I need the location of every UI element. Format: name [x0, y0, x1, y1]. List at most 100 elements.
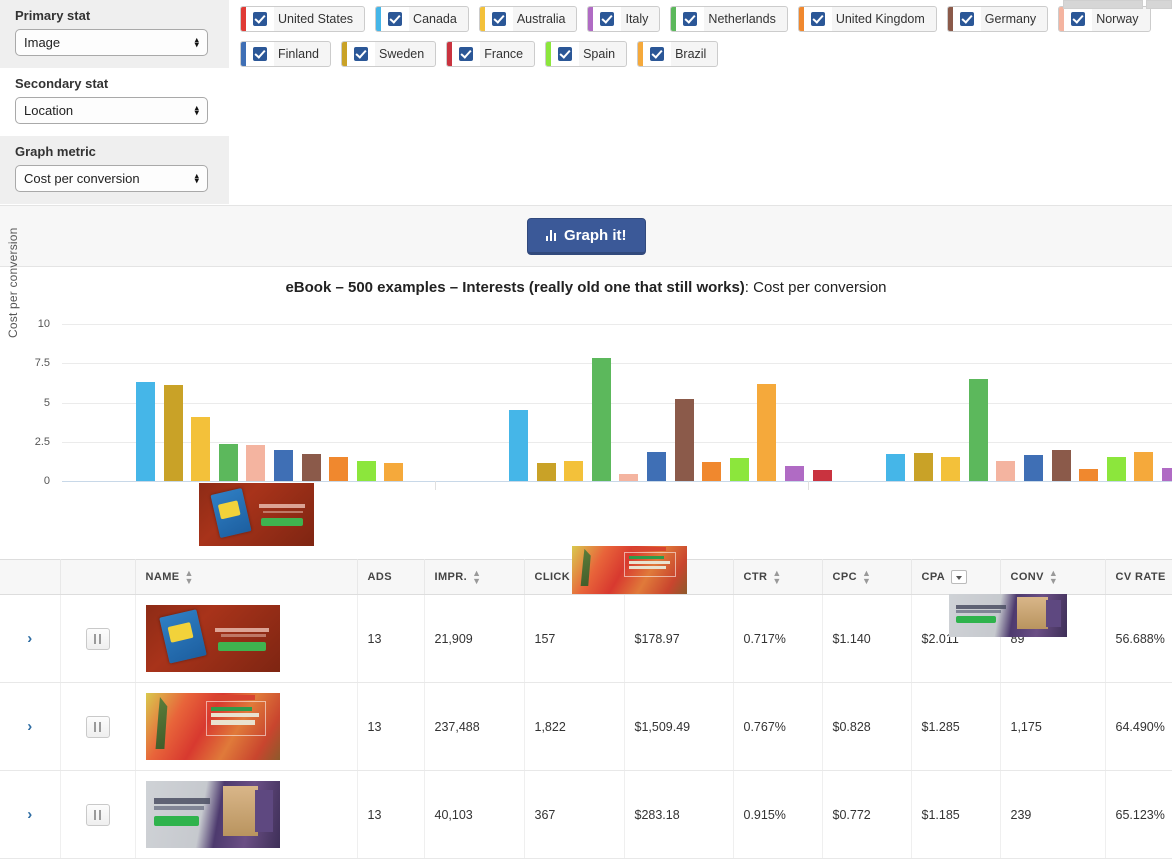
- pause-cell: [60, 595, 135, 683]
- ad-thumbnail-cell: [135, 771, 357, 859]
- chart-bar: [136, 382, 155, 481]
- cell-cvrate: 65.123%: [1105, 771, 1172, 859]
- chart-bar: [675, 399, 694, 481]
- pause-icon[interactable]: [86, 804, 110, 826]
- pause-cell: [60, 683, 135, 771]
- pause-icon[interactable]: [86, 716, 110, 738]
- chart-thumbnail-paint: [572, 546, 687, 594]
- cell-spent: $178.97: [624, 595, 733, 683]
- table-header-name[interactable]: NAME ▲▼: [135, 560, 357, 595]
- table-row[interactable]: ›1340,103367$283.180.915%$0.772$1.185239…: [0, 771, 1172, 859]
- chart-bar: [813, 470, 832, 481]
- table-row[interactable]: › 13237,4881,822$1,509.490.767%$0.828$1.2…: [0, 683, 1172, 771]
- chart-bar: [996, 461, 1015, 481]
- table-header-label-cpa: CPA: [922, 571, 946, 583]
- chart-bar: [274, 450, 293, 481]
- table-header-expand: [0, 560, 60, 595]
- cell-cvrate: 56.688%: [1105, 595, 1172, 683]
- cell-ctr: 0.717%: [733, 595, 822, 683]
- cell-impr: 40,103: [424, 771, 524, 859]
- chart-thumbnail-purple: [949, 594, 1067, 637]
- table-header-label-conv: CONV: [1011, 571, 1044, 583]
- chart-bar: [1162, 468, 1172, 481]
- table-header-label-cvrate: CV RATE: [1116, 571, 1166, 583]
- chart-baseline: [62, 481, 1172, 482]
- ad-thumbnail: [146, 693, 280, 760]
- cell-cpc: $0.828: [822, 683, 911, 771]
- sort-icon[interactable]: ▲▼: [862, 569, 871, 585]
- sort-icon[interactable]: ▲▼: [185, 569, 194, 585]
- chart-bar: [592, 358, 611, 481]
- cell-cpa: $1.285: [911, 683, 1000, 771]
- chart-thumbnail-red: [199, 483, 314, 546]
- cell-impr: 237,488: [424, 683, 524, 771]
- table-header-label-impr: IMPR.: [435, 571, 468, 583]
- table-header-label-ads: ADS: [368, 571, 392, 583]
- cell-ctr: 0.767%: [733, 683, 822, 771]
- cell-cvrate: 64.490%: [1105, 683, 1172, 771]
- chart-bar: [357, 461, 376, 481]
- cell-impr: 21,909: [424, 595, 524, 683]
- chart-bar: [246, 445, 265, 481]
- chart-bar: [757, 384, 776, 481]
- table-header-cpa[interactable]: CPA: [911, 560, 1000, 595]
- chart-gridline: [62, 403, 1172, 404]
- expand-row-button[interactable]: ›: [0, 771, 60, 859]
- cell-spent: $283.18: [624, 771, 733, 859]
- chart-bar: [969, 379, 988, 481]
- cell-ads: 13: [357, 683, 424, 771]
- ad-thumbnail-cell: [135, 683, 357, 771]
- cell-conv: 239: [1000, 771, 1105, 859]
- chart-plot-area: 02.557.510: [0, 0, 1172, 481]
- chart-gridline: [62, 442, 1172, 443]
- chart-bar: [619, 474, 638, 481]
- ad-thumbnail: [146, 605, 280, 672]
- cell-conv: 1,175: [1000, 683, 1105, 771]
- cell-ctr: 0.915%: [733, 771, 822, 859]
- cell-ads: 13: [357, 771, 424, 859]
- table-header-impr[interactable]: IMPR. ▲▼: [424, 560, 524, 595]
- cell-ads: 13: [357, 595, 424, 683]
- chart-bar: [302, 454, 321, 481]
- table-header-label-ctr: CTR: [744, 571, 768, 583]
- table-header-cvrate[interactable]: CV RATE▲▼: [1105, 560, 1172, 595]
- chevron-down-icon[interactable]: [951, 570, 967, 584]
- chart-bar: [191, 417, 210, 481]
- y-axis-tick-label: 0: [0, 475, 50, 487]
- chart-bar: [702, 462, 721, 481]
- pause-icon[interactable]: [86, 628, 110, 650]
- table-header-label-name: NAME: [146, 571, 180, 583]
- chart-bar: [384, 463, 403, 481]
- table-header-ads: ADS: [357, 560, 424, 595]
- chart-bar: [1024, 455, 1043, 481]
- cell-spent: $1,509.49: [624, 683, 733, 771]
- chart-bar: [1052, 450, 1071, 481]
- chart-bar: [1079, 469, 1098, 481]
- chart-bar: [537, 463, 556, 481]
- chart-gridline: [62, 363, 1172, 364]
- chart-bar: [219, 444, 238, 481]
- chart-bar: [1134, 452, 1153, 481]
- expand-row-button[interactable]: ›: [0, 683, 60, 771]
- y-axis-tick-label: 5: [0, 397, 50, 409]
- y-axis-tick-label: 10: [0, 318, 50, 330]
- sort-icon[interactable]: ▲▼: [472, 569, 481, 585]
- table-header-conv[interactable]: CONV ▲▼: [1000, 560, 1105, 595]
- table-header-label-click: CLICK: [535, 571, 571, 583]
- cell-click: 1,822: [524, 683, 624, 771]
- table-header-pause: [60, 560, 135, 595]
- y-axis-tick-label: 7.5: [0, 357, 50, 369]
- chart-bar: [785, 466, 804, 481]
- chart-bar: [941, 457, 960, 481]
- table-header-label-cpc: CPC: [833, 571, 857, 583]
- table-header-ctr[interactable]: CTR ▲▼: [733, 560, 822, 595]
- expand-row-button[interactable]: ›: [0, 595, 60, 683]
- chart-bar: [329, 457, 348, 481]
- sort-icon[interactable]: ▲▼: [1049, 569, 1058, 585]
- chart-group-separator: [808, 481, 809, 490]
- chart-bar: [886, 454, 905, 481]
- cell-click: 367: [524, 771, 624, 859]
- table-header-cpc[interactable]: CPC ▲▼: [822, 560, 911, 595]
- sort-icon[interactable]: ▲▼: [772, 569, 781, 585]
- cell-click: 157: [524, 595, 624, 683]
